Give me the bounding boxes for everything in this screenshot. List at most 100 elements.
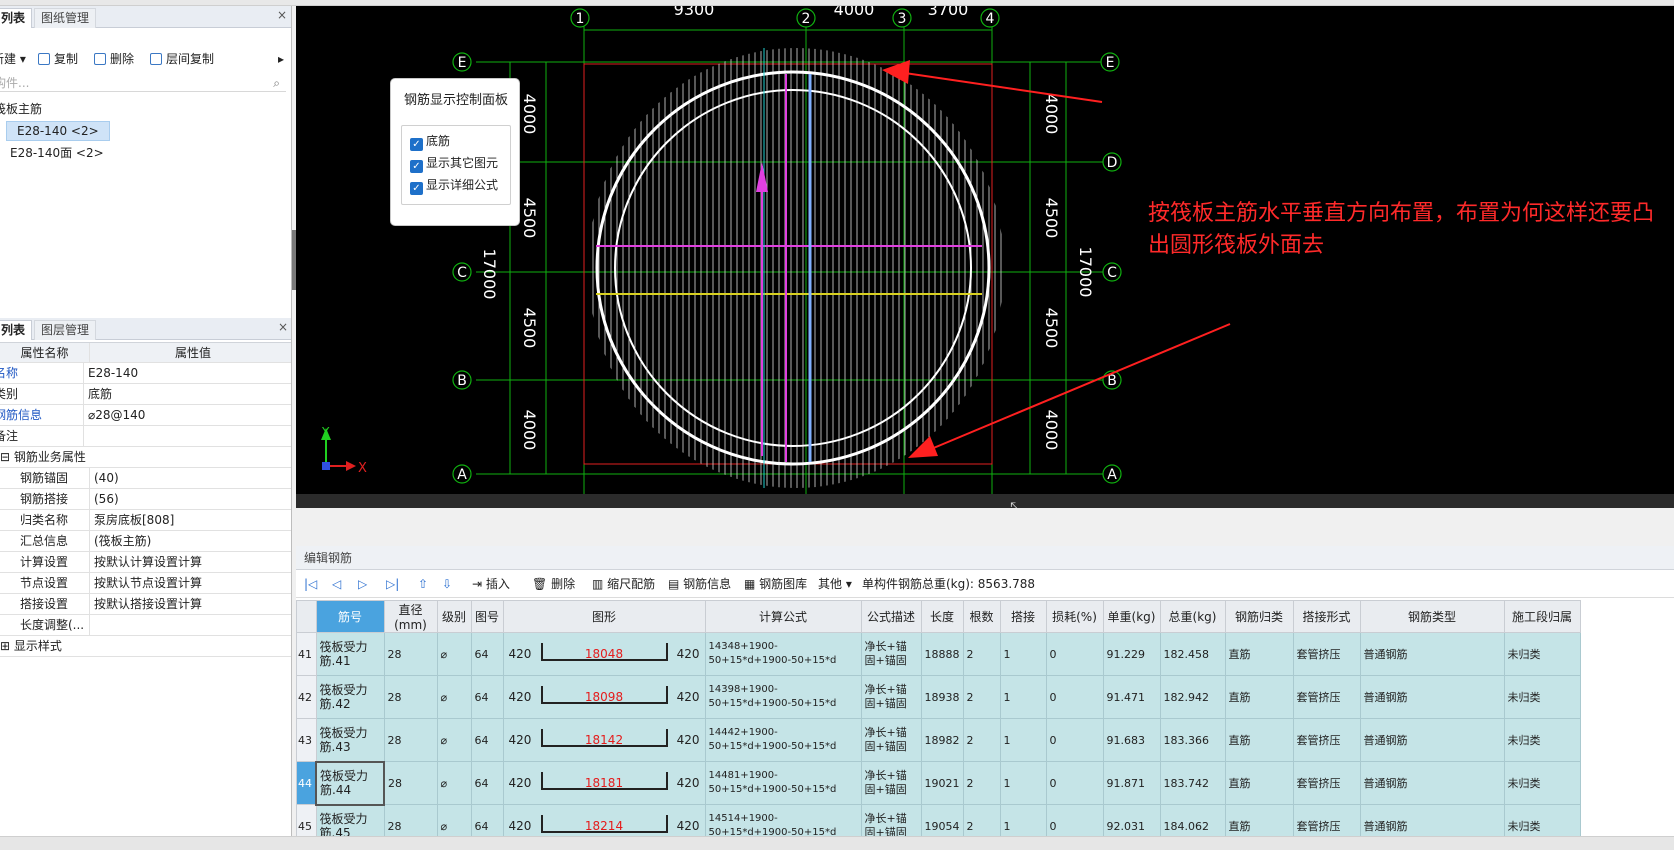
category-cell[interactable]: 直筋 — [1224, 718, 1294, 762]
loss-cell[interactable]: 0 — [1045, 761, 1104, 805]
rebar-type-cell[interactable]: 普通钢筋 — [1359, 675, 1505, 719]
new-button[interactable]: 新建 ▾ — [0, 50, 26, 68]
diameter-cell[interactable]: 28 — [383, 761, 438, 805]
tab-list[interactable]: 列表 — [0, 8, 33, 28]
floor-copy-button[interactable]: 层间复制 — [150, 50, 214, 68]
length-cell[interactable]: 18888 — [920, 632, 964, 676]
total-weight-cell[interactable]: 182.942 — [1159, 675, 1226, 719]
column-header[interactable]: 图形 — [502, 600, 706, 633]
unit-weight-cell[interactable]: 91.871 — [1102, 761, 1161, 805]
property-row[interactable]: 备注 — [0, 426, 291, 447]
table-row[interactable]: 43 筏板受力筋.43 28 ⌀ 64 420 18142 420 14442+19… — [296, 718, 1581, 762]
property-group[interactable]: ⊟ 钢筋业务属性 — [0, 447, 291, 468]
grade-cell[interactable]: ⌀ — [436, 632, 472, 676]
table-row[interactable]: 41 筏板受力筋.41 28 ⌀ 64 420 18048 420 14348+19… — [296, 632, 1581, 676]
length-cell[interactable]: 19021 — [920, 761, 964, 805]
column-header[interactable]: 直径(mm) — [383, 600, 438, 633]
move-down-icon[interactable]: ⇩ — [442, 575, 452, 593]
close-icon[interactable]: × — [278, 320, 288, 334]
diameter-cell[interactable]: 28 — [383, 718, 438, 762]
cad-viewport[interactable]: 1 2 3 4 1 2 3 4 E C B A E D C B A 9300 4… — [296, 6, 1674, 508]
figure-cell[interactable]: 64 — [470, 675, 504, 719]
loss-cell[interactable]: 0 — [1045, 675, 1104, 719]
formula-desc-cell[interactable]: 净长+锚固+锚固 — [860, 761, 922, 805]
lap-cell[interactable]: 1 — [999, 632, 1047, 676]
tree-item[interactable]: E28-140面 <2> — [0, 142, 286, 164]
stage-cell[interactable]: 未归类 — [1503, 632, 1581, 676]
count-cell[interactable]: 2 — [962, 761, 1001, 805]
last-record-icon[interactable]: ▷| — [386, 575, 399, 593]
tab-property-list[interactable]: 列表 — [0, 320, 33, 340]
row-number[interactable]: 41 — [296, 632, 317, 676]
delete-button[interactable]: 删除 — [94, 50, 134, 68]
row-number[interactable]: 43 — [296, 718, 317, 762]
column-header[interactable]: 单重(kg) — [1102, 600, 1161, 633]
property-row[interactable]: 搭接设置 按默认搭接设置计算 — [0, 594, 291, 615]
column-header[interactable]: 长度 — [920, 600, 964, 633]
formula-cell[interactable]: 14442+1900-50+15*d+1900-50+15*d — [704, 718, 862, 762]
bar-name-cell[interactable]: 筏板受力筋.42 — [315, 675, 385, 719]
length-cell[interactable]: 18938 — [920, 675, 964, 719]
lap-form-cell[interactable]: 套管挤压 — [1292, 718, 1361, 762]
more-icon[interactable]: ▸ — [278, 50, 284, 68]
tree-item[interactable]: E28-140 <2> — [0, 120, 286, 142]
total-weight-cell[interactable]: 183.366 — [1159, 718, 1226, 762]
column-header[interactable]: 计算公式 — [704, 600, 862, 633]
bar-name-cell[interactable]: 筏板受力筋.44 — [315, 760, 385, 806]
formula-cell[interactable]: 14481+1900-50+15*d+1900-50+15*d — [704, 761, 862, 805]
table-row[interactable]: 42 筏板受力筋.42 28 ⌀ 64 420 18098 420 14398+19… — [296, 675, 1581, 719]
column-header[interactable]: 施工段归属 — [1503, 600, 1581, 633]
tree-group[interactable]: 筏板主筋 — [0, 98, 286, 120]
unit-weight-cell[interactable]: 91.229 — [1102, 632, 1161, 676]
tab-layer-management[interactable]: 图层管理 — [34, 320, 97, 340]
first-record-icon[interactable]: |◁ — [304, 575, 317, 593]
shape-cell[interactable]: 420 18181 420 — [502, 761, 706, 805]
property-row[interactable]: 钢筋锚固 (40) — [0, 468, 291, 489]
column-header[interactable]: 公式描述 — [860, 600, 922, 633]
lap-cell[interactable]: 1 — [999, 718, 1047, 762]
length-cell[interactable]: 18982 — [920, 718, 964, 762]
grade-cell[interactable]: ⌀ — [436, 761, 472, 805]
other-dropdown[interactable]: 其他 ▾ — [818, 575, 852, 593]
scale-rebar-button[interactable]: ▥ 缩尺配筋 — [592, 575, 655, 593]
row-number[interactable]: 42 — [296, 675, 317, 719]
unit-weight-cell[interactable]: 91.471 — [1102, 675, 1161, 719]
bottom-rebar-checkbox[interactable]: ✓ 底筋 — [410, 132, 450, 151]
show-detail-formula-checkbox[interactable]: ✓ 显示详细公式 — [410, 176, 498, 195]
show-other-elements-checkbox[interactable]: ✓ 显示其它图元 — [410, 154, 498, 173]
column-header[interactable]: 根数 — [962, 600, 1001, 633]
row-number[interactable]: 44 — [296, 761, 317, 805]
column-header[interactable]: 损耗(%) — [1045, 600, 1104, 633]
stage-cell[interactable]: 未归类 — [1503, 761, 1581, 805]
column-header[interactable]: 图号 — [470, 600, 504, 633]
move-up-icon[interactable]: ⇧ — [418, 575, 428, 593]
category-cell[interactable]: 直筋 — [1224, 761, 1294, 805]
lap-cell[interactable]: 1 — [999, 675, 1047, 719]
lap-cell[interactable]: 1 — [999, 761, 1047, 805]
formula-cell[interactable]: 14348+1900-50+15*d+1900-50+15*d — [704, 632, 862, 676]
category-cell[interactable]: 直筋 — [1224, 632, 1294, 676]
lap-form-cell[interactable]: 套管挤压 — [1292, 761, 1361, 805]
table-row-selected[interactable]: 44 筏板受力筋.44 28 ⌀ 64 420 18181 420 14481+19… — [296, 760, 1581, 806]
bar-name-cell[interactable]: 筏板受力筋.41 — [315, 632, 385, 676]
property-group[interactable]: ⊞ 显示样式 — [0, 636, 291, 657]
collapse-icon[interactable]: ⊟ — [0, 450, 14, 464]
property-row[interactable]: 计算设置 按默认计算设置计算 — [0, 552, 291, 573]
formula-desc-cell[interactable]: 净长+锚固+锚固 — [860, 718, 922, 762]
property-row[interactable]: 名称E28-140 — [0, 363, 291, 384]
property-row[interactable]: 钢筋信息⌀28@140 — [0, 405, 291, 426]
shape-cell[interactable]: 420 18142 420 — [502, 718, 706, 762]
column-header[interactable]: 搭接形式 — [1292, 600, 1361, 633]
copy-button[interactable]: 复制 — [38, 50, 78, 68]
property-row[interactable]: 节点设置 按默认节点设置计算 — [0, 573, 291, 594]
rebar-library-button[interactable]: ▦ 钢筋图库 — [744, 575, 807, 593]
diameter-cell[interactable]: 28 — [383, 675, 438, 719]
rebar-type-cell[interactable]: 普通钢筋 — [1359, 761, 1505, 805]
tab-drawing-management[interactable]: 图纸管理 — [34, 8, 97, 28]
count-cell[interactable]: 2 — [962, 718, 1001, 762]
column-header[interactable]: 筋号 — [315, 600, 385, 633]
shape-cell[interactable]: 420 18098 420 — [502, 675, 706, 719]
rebar-type-cell[interactable]: 普通钢筋 — [1359, 718, 1505, 762]
stage-cell[interactable]: 未归类 — [1503, 718, 1581, 762]
grade-cell[interactable]: ⌀ — [436, 718, 472, 762]
